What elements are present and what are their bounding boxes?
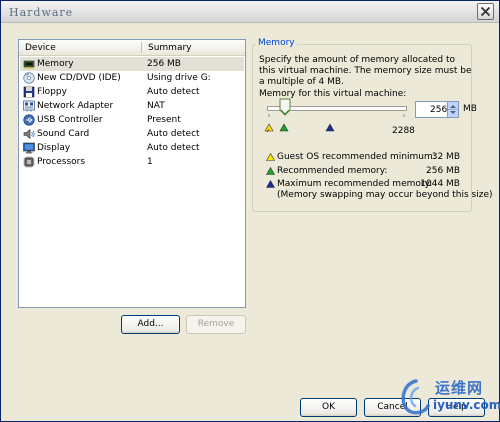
device-name: New CD/DVD (IDE) xyxy=(37,73,121,83)
legend-label: Recommended memory: xyxy=(277,166,388,176)
memory-chip-icon xyxy=(23,60,35,69)
device-name: Memory xyxy=(37,59,74,69)
device-row-processors[interactable]: Processors 1 xyxy=(20,155,244,169)
memory-unit: MB xyxy=(463,104,477,114)
yellow-triangle-icon xyxy=(266,153,275,161)
device-row-display[interactable]: Display Auto detect xyxy=(20,141,244,155)
device-list-header: Device Summary xyxy=(19,40,245,56)
sound-card-icon xyxy=(23,128,35,140)
device-row-floppy[interactable]: Floppy Auto detect xyxy=(20,85,244,99)
device-name: Processors xyxy=(37,157,86,167)
watermark-swirl-icon xyxy=(401,379,430,415)
device-summary: Auto detect xyxy=(147,143,200,153)
device-row-sound-card[interactable]: Sound Card Auto detect xyxy=(20,127,244,141)
network-adapter-icon xyxy=(23,100,35,112)
spin-buttons xyxy=(447,102,458,117)
legend-value: 32 MB xyxy=(431,152,460,162)
add-button[interactable]: Add... xyxy=(121,315,180,334)
slider-max-label: 2288 xyxy=(392,126,415,136)
remove-button[interactable]: Remove xyxy=(186,315,246,334)
column-header-device[interactable]: Device xyxy=(25,43,56,53)
watermark-chinese-text: 运维网 xyxy=(435,379,484,397)
device-row-cd-dvd[interactable]: New CD/DVD (IDE) Using drive G: xyxy=(20,71,244,85)
close-button[interactable] xyxy=(477,3,494,20)
legend-recommended: Recommended memory: 256 MB xyxy=(266,166,460,177)
watermark-url-text: iyunv.com xyxy=(433,398,500,412)
blue-triangle-icon xyxy=(266,180,275,188)
legend-label: Maximum recommended memory: xyxy=(277,179,433,189)
ok-button[interactable]: OK xyxy=(300,398,357,417)
usb-icon xyxy=(23,114,35,126)
max-recommended-marker xyxy=(325,123,335,132)
legend-label: Guest OS recommended minimum: xyxy=(277,152,436,162)
device-name: Display xyxy=(37,143,71,153)
display-icon xyxy=(23,142,35,154)
device-name: USB Controller xyxy=(37,115,103,125)
close-icon xyxy=(480,6,491,17)
legend-guest-min: Guest OS recommended minimum: 32 MB xyxy=(266,152,460,163)
slider-markers xyxy=(264,123,335,133)
device-name: Sound Card xyxy=(37,129,90,139)
memory-description: Specify the amount of memory allocated t… xyxy=(259,55,472,87)
title-bar: Hardware xyxy=(1,1,499,23)
cd-dvd-icon xyxy=(23,72,35,84)
device-row-network-adapter[interactable]: Network Adapter NAT xyxy=(20,99,244,113)
device-summary: Auto detect xyxy=(147,87,200,97)
green-triangle-icon xyxy=(266,167,275,175)
legend-value: 256 MB xyxy=(426,166,460,176)
slider-tick-marks xyxy=(268,114,405,117)
recommended-marker xyxy=(279,123,289,132)
device-row-usb-controller[interactable]: USB Controller Present xyxy=(20,113,244,127)
device-list: Device Summary Memory 256 MB New CD/DVD … xyxy=(18,39,246,308)
spin-arrows-icon[interactable] xyxy=(448,102,458,117)
processor-icon xyxy=(23,156,35,168)
memory-value[interactable]: 256 xyxy=(430,105,447,115)
memory-swap-note: (Memory swapping may occur beyond this s… xyxy=(277,190,493,200)
device-summary: Auto detect xyxy=(147,129,200,139)
device-summary: 256 MB xyxy=(147,59,181,69)
column-divider[interactable] xyxy=(141,42,142,53)
device-name: Network Adapter xyxy=(37,101,114,111)
floppy-icon xyxy=(23,86,35,98)
device-summary: Using drive G: xyxy=(147,73,211,83)
column-header-summary[interactable]: Summary xyxy=(148,43,192,53)
device-name: Floppy xyxy=(37,87,67,97)
memory-group-title: Memory xyxy=(256,38,297,48)
device-summary: NAT xyxy=(147,101,165,111)
legend-max-recommended: Maximum recommended memory: 1044 MB xyxy=(266,179,460,190)
device-row-memory[interactable]: Memory 256 MB xyxy=(20,57,244,71)
device-summary: 1 xyxy=(147,157,153,167)
legend-value: 1044 MB xyxy=(420,179,460,189)
window-title: Hardware xyxy=(9,6,74,19)
watermark-logo: 运维网 iyunv.com xyxy=(398,376,500,418)
memory-spinbox[interactable]: 256 xyxy=(415,101,459,118)
device-summary: Present xyxy=(147,115,181,125)
